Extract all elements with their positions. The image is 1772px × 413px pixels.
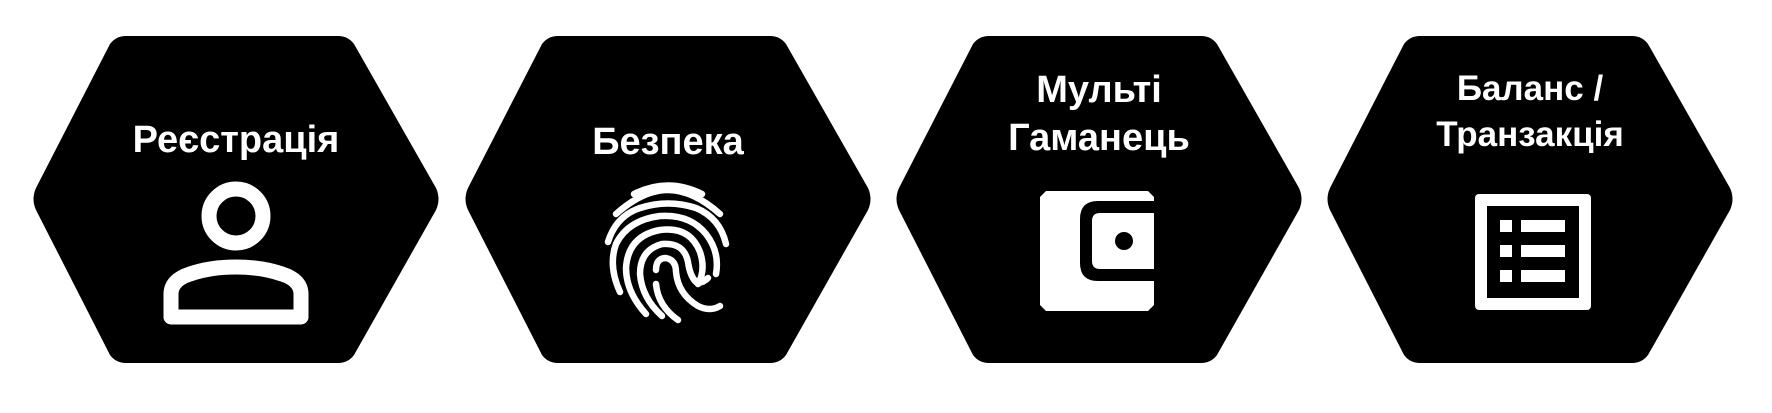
hexagon-title-line: Мульті — [1036, 69, 1162, 111]
person-icon — [163, 181, 309, 325]
hexagon-registration: Реєстрація — [28, 28, 444, 371]
hexagon-multi-wallet: Мульті Гаманець — [891, 28, 1307, 371]
hexagon-title: Баланс / Транзакція — [1322, 66, 1738, 158]
hexagon-title-line: Баланс / — [1456, 69, 1604, 108]
wallet-icon — [1040, 191, 1154, 311]
hexagon-title: Мульті Гаманець — [891, 66, 1307, 162]
hexagon-title: Безпека — [592, 121, 744, 163]
hexagon-title: Реєстрація — [132, 119, 340, 161]
fingerprint-icon — [604, 182, 730, 324]
list-icon — [1475, 194, 1591, 310]
hexagon-title-line: Гаманець — [1008, 117, 1190, 159]
hexagon-balance-transaction: Баланс / Транзакція — [1322, 28, 1738, 371]
hexagon-title-line: Транзакція — [1436, 115, 1624, 154]
hexagon-security: Безпека — [460, 28, 876, 371]
